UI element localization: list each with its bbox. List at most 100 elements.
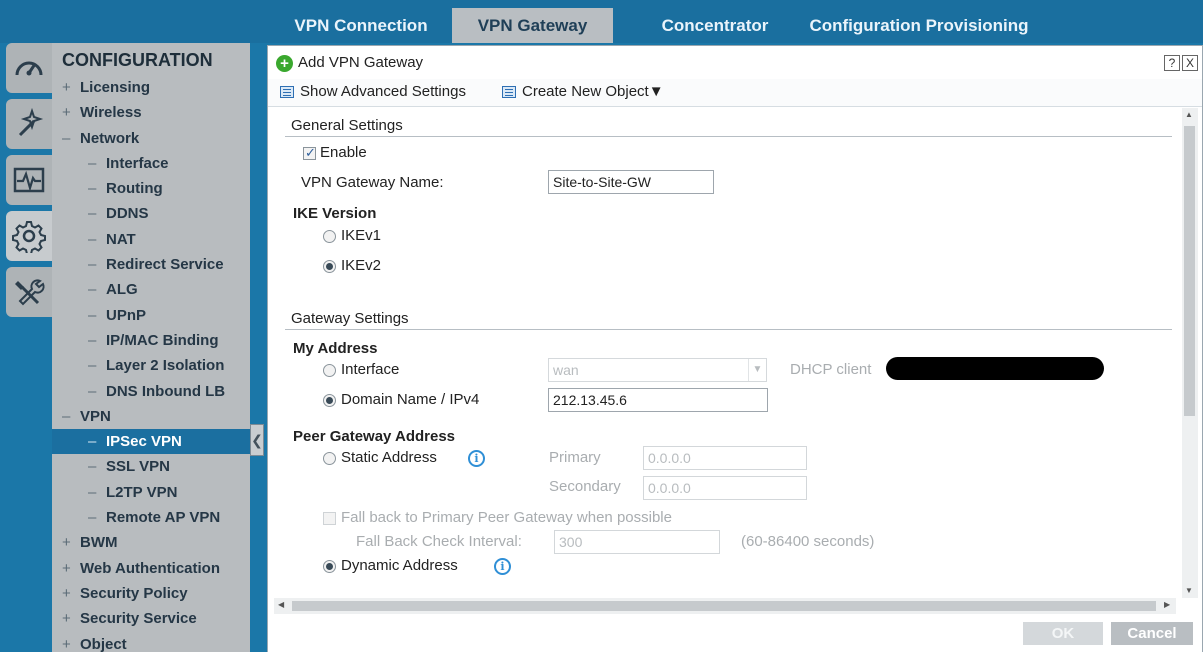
fallback-interval-input[interactable]: 300 bbox=[554, 530, 720, 554]
gateway-name-label: VPN Gateway Name: bbox=[301, 174, 444, 191]
interface-radio[interactable] bbox=[323, 364, 336, 377]
tab-vpn-connection[interactable]: VPN Connection bbox=[279, 8, 443, 43]
close-button[interactable]: X bbox=[1182, 55, 1198, 71]
info-icon[interactable]: i bbox=[494, 558, 511, 575]
expand-icon: + bbox=[62, 559, 71, 577]
scroll-thumb[interactable] bbox=[1184, 126, 1195, 416]
interface-label: Interface bbox=[341, 361, 400, 378]
chevron-down-icon: ▼ bbox=[748, 359, 766, 381]
nav-item-network[interactable]: – Network bbox=[52, 126, 250, 151]
dialog-content: General Settings Enable VPN Gateway Name… bbox=[268, 108, 1181, 598]
tree-dash-icon: – bbox=[88, 306, 97, 324]
fallback-range-hint: (60-86400 seconds) bbox=[741, 533, 875, 550]
gateway-settings-heading: Gateway Settings bbox=[291, 310, 409, 327]
nav-item-web-authentication[interactable]: + Web Authentication bbox=[52, 556, 250, 581]
expand-icon: + bbox=[62, 610, 71, 628]
collapse-nav-handle[interactable]: ❮ bbox=[250, 424, 264, 456]
nav-item-bwm[interactable]: + BWM bbox=[52, 530, 250, 555]
tab-vpn-gateway[interactable]: VPN Gateway bbox=[452, 8, 613, 43]
nav-item-routing[interactable]: – Routing bbox=[52, 176, 250, 201]
static-address-radio[interactable] bbox=[323, 452, 336, 465]
expand-icon: + bbox=[62, 635, 71, 652]
nav-item-alg[interactable]: – ALG bbox=[52, 277, 250, 302]
configuration-nav: CONFIGURATION + Licensing + Wireless – Netw… bbox=[52, 43, 250, 652]
tree-dash-icon: – bbox=[88, 281, 97, 299]
general-settings-heading: General Settings bbox=[291, 117, 403, 134]
secondary-input[interactable]: 0.0.0.0 bbox=[643, 476, 807, 500]
dynamic-address-radio[interactable] bbox=[323, 560, 336, 573]
top-tab-bar: VPN Connection VPN Gateway Concentrator … bbox=[0, 0, 1203, 43]
nav-item-ip-mac-binding[interactable]: – IP/MAC Binding bbox=[52, 328, 250, 353]
configuration-button[interactable] bbox=[6, 211, 52, 261]
secondary-label: Secondary bbox=[549, 478, 621, 495]
scroll-left-icon[interactable]: ◀ bbox=[278, 600, 284, 609]
vertical-scrollbar[interactable]: ▲ ▼ bbox=[1182, 108, 1198, 598]
scroll-right-icon[interactable]: ▶ bbox=[1164, 600, 1170, 609]
gear-icon bbox=[12, 221, 46, 253]
nav-item-licensing[interactable]: + Licensing bbox=[52, 75, 250, 100]
show-advanced-settings-button[interactable]: Show Advanced Settings bbox=[280, 83, 466, 100]
nav-item-security-service[interactable]: + Security Service bbox=[52, 606, 250, 631]
tab-configuration-provisioning[interactable]: Configuration Provisioning bbox=[800, 8, 1038, 43]
domain-name-radio[interactable] bbox=[323, 394, 336, 407]
nav-item-ipsec-vpn[interactable]: – IPSec VPN bbox=[52, 429, 250, 455]
help-button[interactable]: ? bbox=[1164, 55, 1180, 71]
gateway-name-input[interactable]: Site-to-Site-GW bbox=[548, 170, 714, 194]
scroll-down-icon[interactable]: ▼ bbox=[1185, 586, 1193, 595]
info-icon[interactable]: i bbox=[468, 450, 485, 467]
primary-input[interactable]: 0.0.0.0 bbox=[643, 446, 807, 470]
table-icon bbox=[280, 85, 294, 98]
interface-select[interactable]: wan ▼ bbox=[548, 358, 767, 382]
cancel-button[interactable]: Cancel bbox=[1111, 622, 1193, 645]
ok-button[interactable]: OK bbox=[1023, 622, 1103, 645]
nav-item-ssl-vpn[interactable]: – SSL VPN bbox=[52, 454, 250, 479]
nav-item-vpn[interactable]: – VPN bbox=[52, 404, 250, 429]
nav-item-layer2-isolation[interactable]: – Layer 2 Isolation bbox=[52, 353, 250, 378]
ikev2-label: IKEv2 bbox=[341, 257, 382, 274]
collapse-icon: – bbox=[62, 407, 71, 425]
dialog-footer: OK Cancel bbox=[268, 616, 1202, 652]
primary-label: Primary bbox=[549, 449, 601, 466]
nav-item-interface[interactable]: – Interface bbox=[52, 151, 250, 176]
tree-dash-icon: – bbox=[88, 205, 97, 223]
nav-item-wireless[interactable]: + Wireless bbox=[52, 100, 250, 125]
tree-dash-icon: – bbox=[88, 433, 97, 451]
monitor-button[interactable] bbox=[6, 155, 52, 205]
nav-item-dns-inbound-lb[interactable]: – DNS Inbound LB bbox=[52, 379, 250, 404]
ikev1-radio[interactable] bbox=[323, 230, 336, 243]
domain-name-input[interactable]: 212.13.45.6 bbox=[548, 388, 768, 412]
nav-item-nat[interactable]: – NAT bbox=[52, 227, 250, 252]
tree-dash-icon: – bbox=[88, 382, 97, 400]
nav-item-upnp[interactable]: – UPnP bbox=[52, 303, 250, 328]
tree-dash-icon: – bbox=[88, 458, 97, 476]
nav-item-redirect-service[interactable]: – Redirect Service bbox=[52, 252, 250, 277]
fallback-checkbox[interactable] bbox=[323, 512, 336, 525]
enable-checkbox[interactable] bbox=[303, 145, 316, 161]
tab-concentrator[interactable]: Concentrator bbox=[645, 8, 785, 43]
icon-rail bbox=[0, 43, 52, 652]
chevron-left-icon: ❮ bbox=[251, 431, 263, 448]
add-icon: + bbox=[276, 55, 293, 72]
tree-dash-icon: – bbox=[88, 154, 97, 172]
scroll-up-icon[interactable]: ▲ bbox=[1185, 110, 1193, 119]
nav-item-security-policy[interactable]: + Security Policy bbox=[52, 581, 250, 606]
tools-icon bbox=[15, 279, 45, 306]
scroll-thumb[interactable] bbox=[292, 601, 1156, 611]
tree-dash-icon: – bbox=[88, 483, 97, 501]
maintenance-button[interactable] bbox=[6, 267, 52, 317]
nav-item-remote-ap-vpn[interactable]: – Remote AP VPN bbox=[52, 505, 250, 530]
monitor-icon bbox=[13, 167, 45, 193]
ikev2-radio[interactable] bbox=[323, 260, 336, 273]
fallback-interval-label: Fall Back Check Interval: bbox=[356, 533, 522, 550]
enable-label: Enable bbox=[320, 144, 367, 161]
nav-item-l2tp-vpn[interactable]: – L2TP VPN bbox=[52, 480, 250, 505]
tree-dash-icon: – bbox=[88, 509, 97, 527]
wizard-button[interactable] bbox=[6, 99, 52, 149]
nav-item-ddns[interactable]: – DDNS bbox=[52, 201, 250, 226]
peer-gateway-heading: Peer Gateway Address bbox=[293, 428, 456, 445]
create-new-object-button[interactable]: Create New Object▼ bbox=[502, 83, 664, 100]
horizontal-scrollbar[interactable]: ◀ ▶ bbox=[274, 598, 1176, 614]
add-vpn-gateway-dialog: + Add VPN Gateway ? X Show Advanced Sett… bbox=[267, 45, 1203, 652]
nav-item-object[interactable]: + Object bbox=[52, 632, 250, 652]
dashboard-button[interactable] bbox=[6, 43, 52, 93]
